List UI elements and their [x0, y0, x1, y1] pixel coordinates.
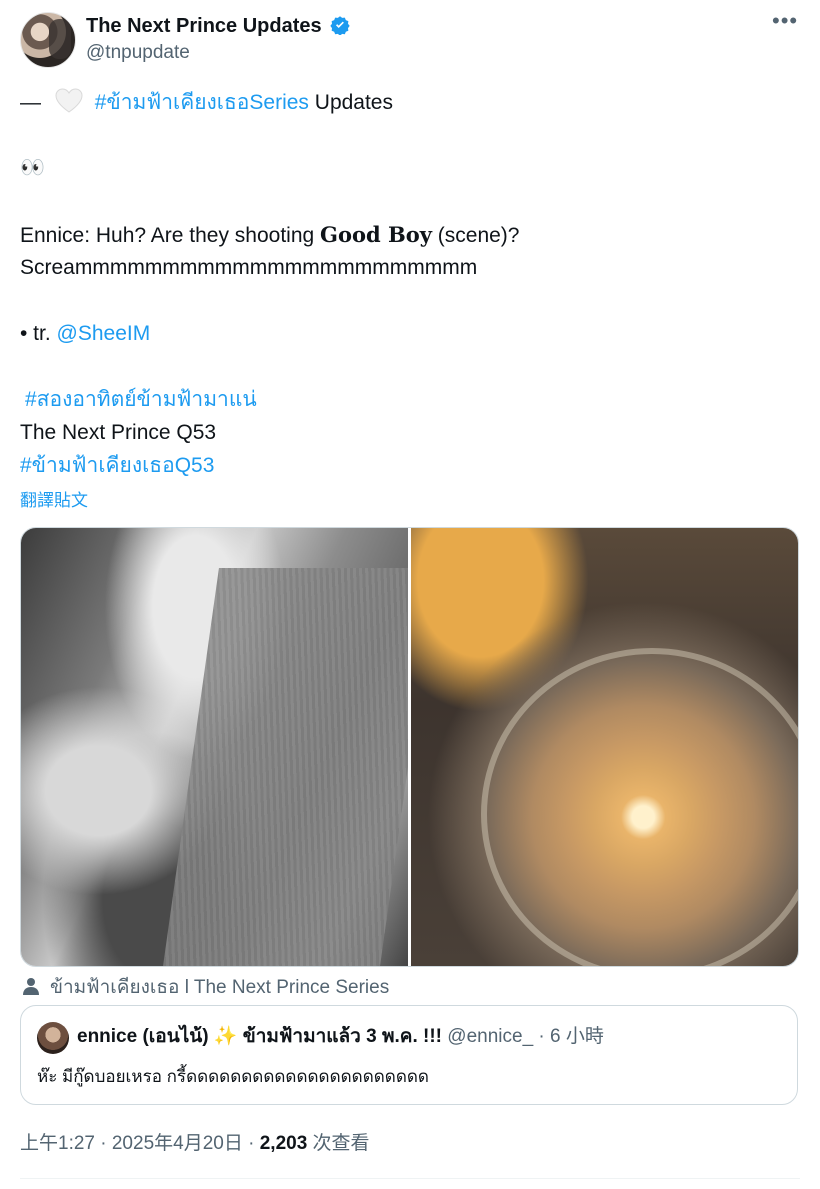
translate-post-link[interactable]: 翻譯貼文: [20, 486, 88, 511]
translator-line: • tr. @SheeIM: [20, 317, 800, 350]
eyes-emoji: 👀: [20, 157, 45, 179]
author-avatar[interactable]: [20, 12, 76, 68]
ennice-text-a: Ennice: Huh? Are they shooting: [20, 224, 321, 247]
tweet-line-ennice: Ennice: Huh? Are they shooting Good Boy …: [20, 218, 800, 251]
hashtag-line-2: #ข้ามฟ้าเคียงเธอQ53: [20, 449, 800, 482]
verified-badge-icon: [330, 16, 350, 35]
tweet-header: The Next Prince Updates @tnpupdate •••: [20, 10, 800, 72]
updates-text: Updates: [308, 91, 393, 114]
media-grid: [20, 527, 799, 967]
quote-text: ห๊ะ มีกู๊ดบอยเหรอ กรี้ดดดดดดดดดดดดดดดดดด…: [37, 1067, 429, 1086]
views-label: 次查看: [307, 1133, 370, 1154]
media-source-label: ข้ามฟ้าเคียงเธอ l The Next Prince Series: [50, 977, 390, 998]
view-count: 2,203: [259, 1133, 308, 1154]
mention-sheeim[interactable]: @SheeIM: [57, 322, 151, 345]
person-icon: [23, 978, 39, 995]
photo-candle[interactable]: [411, 528, 798, 966]
quote-header: ennice (เอนไน้) ✨ ข้ามฟ้ามาแล้ว 3 พ.ค. !…: [77, 1022, 604, 1052]
more-icon[interactable]: •••: [772, 10, 798, 36]
quote-display-name[interactable]: ennice (เอนไน้) ✨ ข้ามฟ้ามาแล้ว 3 พ.ค. !…: [77, 1026, 442, 1047]
hashtag-series[interactable]: #ข้ามฟ้าเคียงเธอSeries: [95, 91, 309, 114]
tweet-timestamp[interactable]: 上午1:27 · 2025年4月20日 ·: [20, 1133, 260, 1154]
quote-time[interactable]: · 6 小時: [538, 1026, 603, 1047]
tweet-meta: 上午1:27 · 2025年4月20日 · 2,203 次查看: [20, 1128, 370, 1155]
white-heart-icon: [55, 88, 83, 113]
scream-line: Screammmmmmmmmmmmmmmmmmmmmmm: [20, 256, 478, 279]
q53-line: The Next Prince Q53: [20, 421, 217, 444]
author-info: The Next Prince Updates @tnpupdate: [86, 12, 350, 66]
hashtag-line-1: #สองอาทิตย์ข้ามฟ้ามาแน่: [20, 383, 800, 416]
ennice-text-b: (scene)?: [431, 224, 520, 247]
quote-avatar[interactable]: [37, 1022, 69, 1054]
tweet-line-1: — #ข้ามฟ้าเคียงเธอSeries Updates: [20, 86, 800, 119]
good-boy-bold: Good Boy: [320, 222, 432, 247]
hashtag-song-athit[interactable]: #สองอาทิตย์ข้ามฟ้ามาแน่: [25, 388, 257, 411]
hashtag-q53[interactable]: #ข้ามฟ้าเคียงเธอQ53: [20, 454, 214, 477]
quote-handle[interactable]: @ennice_: [447, 1026, 533, 1047]
em-dash: —: [20, 91, 41, 114]
tweet-text: — #ข้ามฟ้าเคียงเธอSeries Updates 👀 Ennic…: [20, 86, 800, 482]
photo-hands-bw[interactable]: [21, 528, 408, 966]
tr-prefix: • tr.: [20, 322, 57, 345]
author-handle[interactable]: @tnpupdate: [86, 40, 350, 66]
media-source[interactable]: ข้ามฟ้าเคียงเธอ l The Next Prince Series: [22, 972, 389, 1002]
quoted-tweet[interactable]: ennice (เอนไน้) ✨ ข้ามฟ้ามาแล้ว 3 พ.ค. !…: [20, 1005, 798, 1105]
footer-divider: [20, 1178, 800, 1179]
author-display-name[interactable]: The Next Prince Updates: [86, 12, 322, 40]
